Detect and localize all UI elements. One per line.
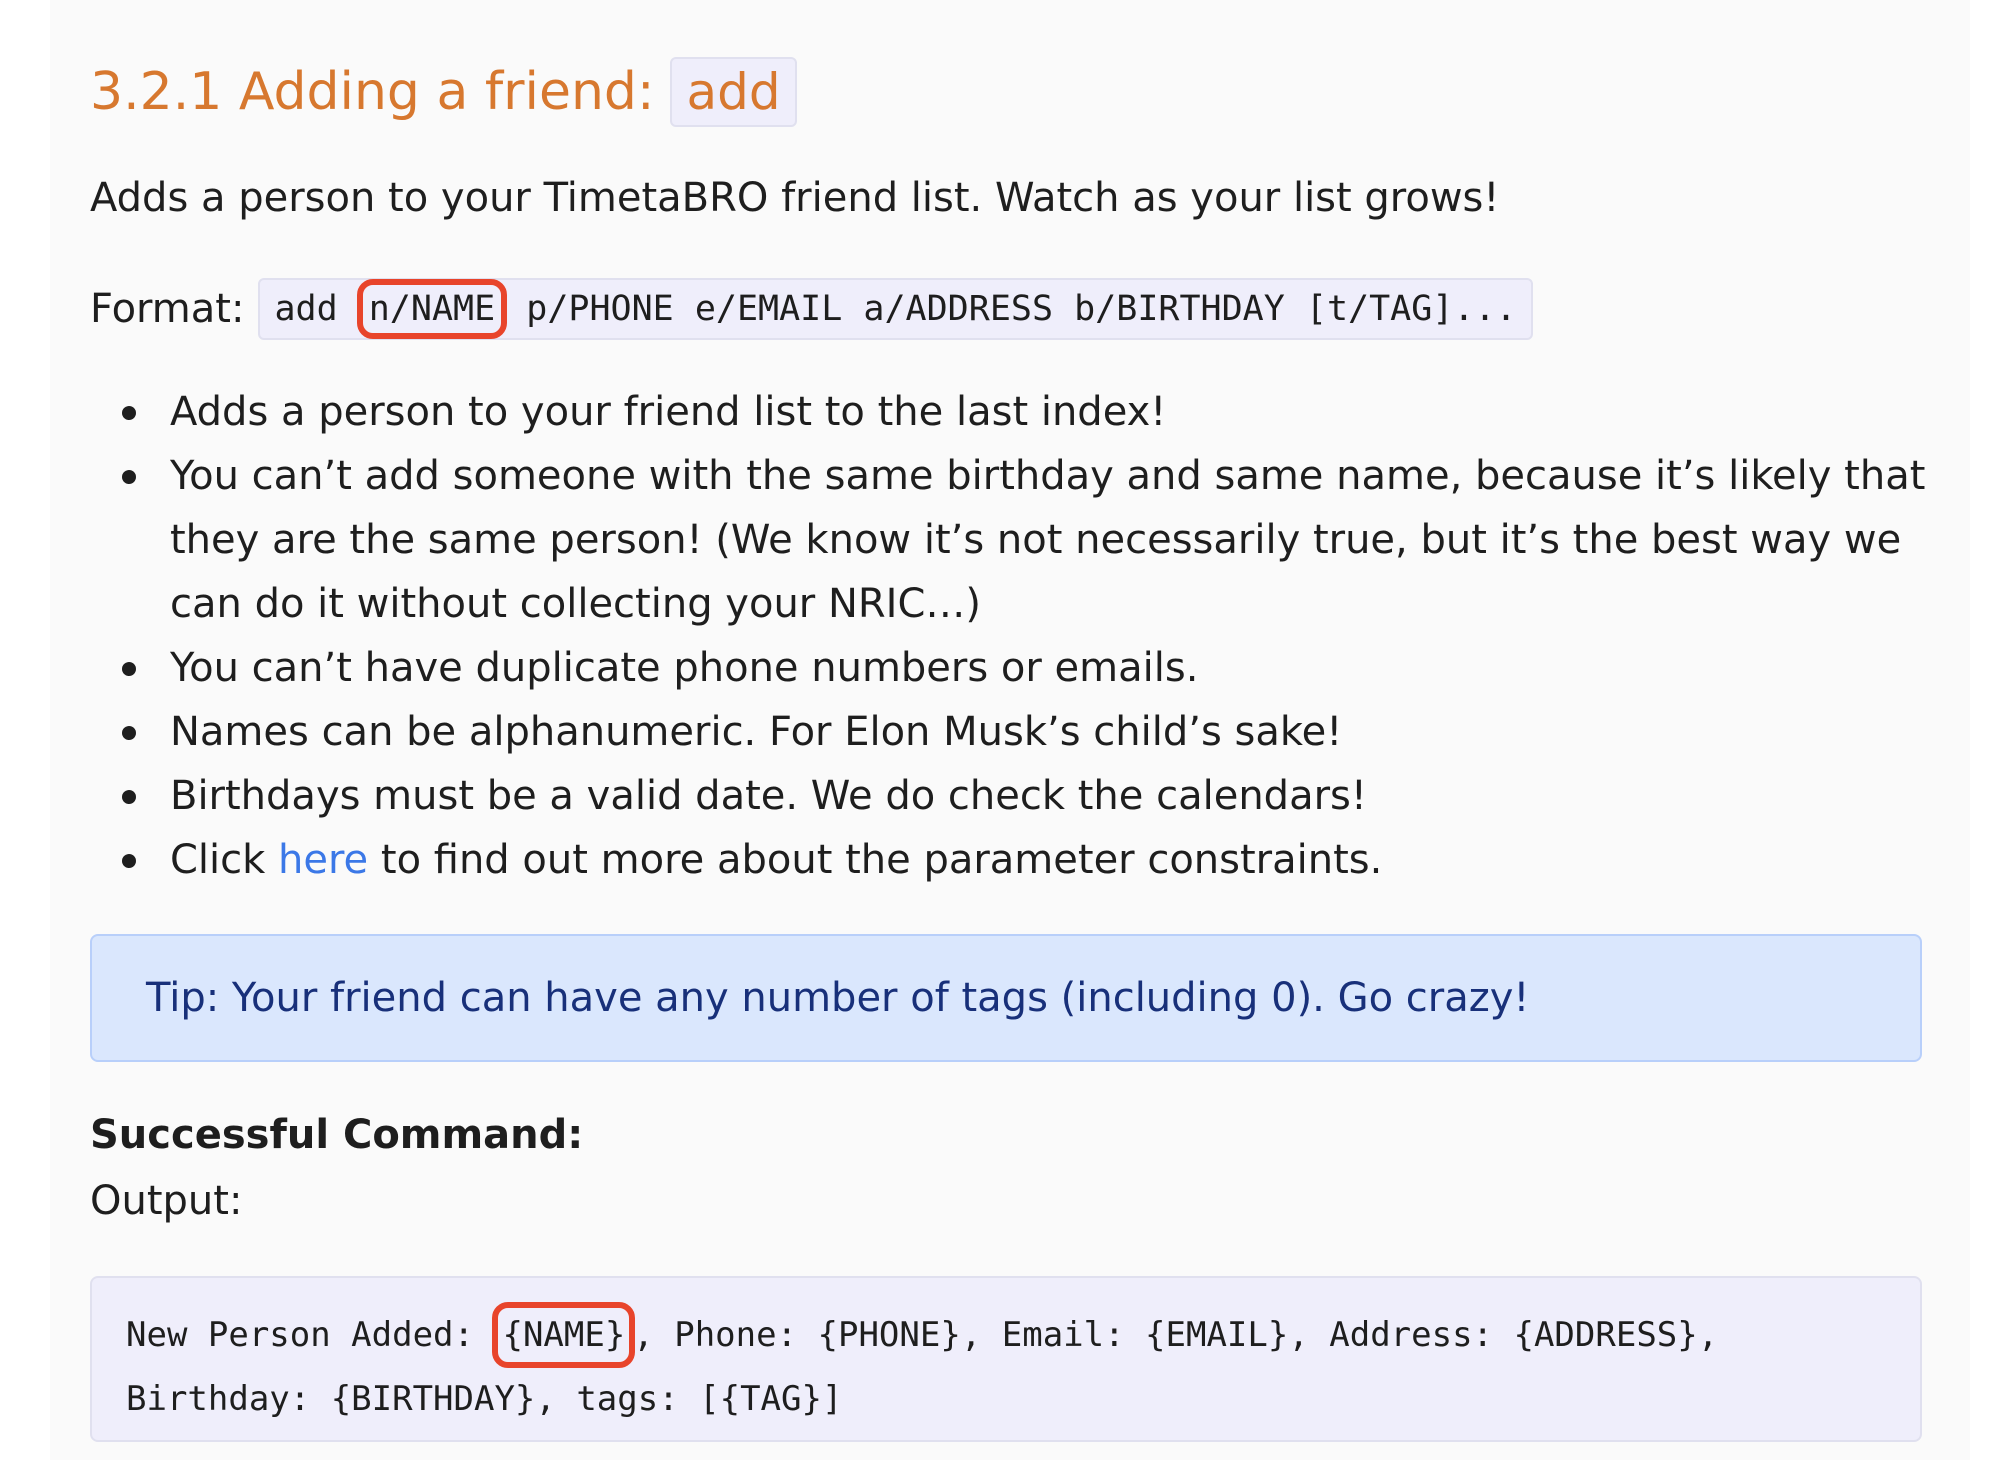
list-item: You can’t have duplicate phone numbers o…	[122, 636, 1960, 700]
last-bullet-before: Click	[170, 837, 279, 883]
output-code-block: New Person Added: {NAME}, Phone: {PHONE}…	[90, 1276, 1922, 1442]
output-line2: Birthday: {BIRTHDAY}, tags: [{TAG}]	[126, 1379, 843, 1419]
output-label: Output:	[90, 1178, 243, 1224]
format-code-prefix: add	[274, 289, 359, 329]
output-line1-prefix: New Person Added:	[126, 1315, 495, 1355]
format-label: Format:	[90, 286, 245, 332]
format-line: Format: add n/NAME p/PHONE e/EMAIL a/ADD…	[90, 278, 1533, 340]
list-item: Adds a person to your friend list to the…	[122, 380, 1960, 444]
list-item: Click here to find out more about the pa…	[122, 828, 1960, 892]
parameter-constraints-link[interactable]: here	[278, 837, 368, 883]
list-item: Names can be alphanumeric. For Elon Musk…	[122, 700, 1960, 764]
intro-paragraph: Adds a person to your TimetaBRO friend l…	[90, 175, 1500, 221]
output-name-highlight: {NAME}	[492, 1302, 636, 1368]
section-heading-text: 3.2.1 Adding a friend:	[90, 62, 655, 122]
section-heading-code: add	[670, 57, 797, 127]
tip-text: Tip: Your friend can have any number of …	[146, 975, 1530, 1021]
section-heading: 3.2.1 Adding a friend: add	[90, 52, 797, 132]
format-name-highlight: n/NAME	[356, 279, 508, 339]
list-item: Birthdays must be a valid date. We do ch…	[122, 764, 1960, 828]
output-line1-suffix: , Phone: {PHONE}, Email: {EMAIL}, Addres…	[633, 1315, 1719, 1355]
document-page: 3.2.1 Adding a friend: add Adds a person…	[50, 0, 1970, 1460]
last-bullet-after: to find out more about the parameter con…	[368, 837, 1383, 883]
success-label: Successful Command:	[90, 1112, 584, 1158]
constraints-list: Adds a person to your friend list to the…	[90, 380, 1960, 892]
list-item: You can’t add someone with the same birt…	[122, 444, 1960, 636]
format-code-suffix: p/PHONE e/EMAIL a/ADDRESS b/BIRTHDAY [t/…	[505, 289, 1517, 329]
format-code: add n/NAME p/PHONE e/EMAIL a/ADDRESS b/B…	[258, 278, 1533, 340]
tip-box: Tip: Your friend can have any number of …	[90, 934, 1922, 1062]
